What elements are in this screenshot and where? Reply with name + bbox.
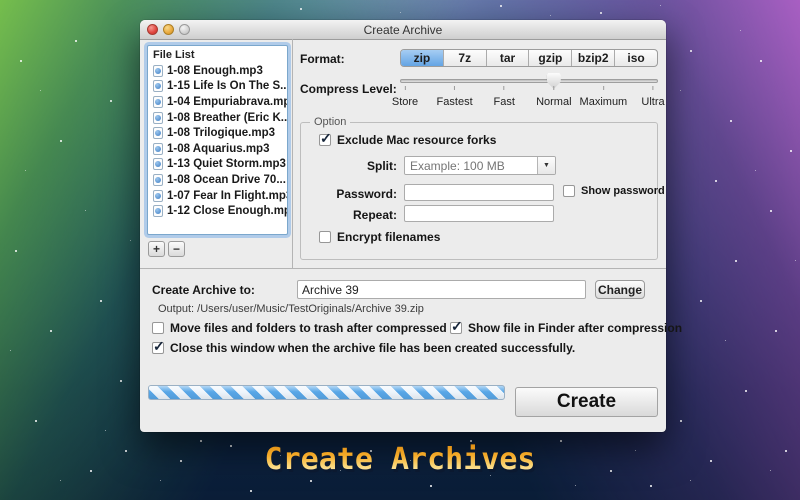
music-file-icon — [153, 80, 163, 92]
format-segment-iso[interactable]: iso — [614, 50, 657, 66]
compress-level-label: Compress Level: — [300, 82, 397, 96]
repeat-label: Repeat: — [301, 208, 397, 222]
file-list-label: File List — [148, 46, 287, 63]
split-combobox[interactable]: ▼ — [404, 156, 556, 175]
music-file-icon — [153, 143, 163, 155]
file-name: 1-08 Enough.mp3 — [167, 65, 263, 77]
password-input[interactable] — [404, 184, 554, 201]
file-list-item[interactable]: 1-08 Trilogique.mp3 — [148, 125, 287, 141]
tick-mark — [603, 86, 604, 90]
settings-pane: Format: zip 7z tar gzip bzip2 iso Compre… — [293, 39, 666, 268]
file-name: 1-08 Aquarius.mp3 — [167, 143, 269, 155]
tick-label-store: Store — [392, 96, 418, 108]
file-name: 1-08 Trilogique.mp3 — [167, 127, 275, 139]
file-name: 1-08 Ocean Drive 70... — [167, 174, 286, 186]
encrypt-filenames-label: Encrypt filenames — [337, 230, 440, 244]
repeat-password-input[interactable] — [404, 205, 554, 222]
checkmark-icon: ✓ — [320, 130, 332, 147]
music-file-icon — [153, 112, 163, 124]
file-list-item[interactable]: 1-08 Breather (Eric K... — [148, 110, 287, 126]
file-list-item[interactable]: 1-04 Empuriabrava.mp3 — [148, 94, 287, 110]
file-list-item[interactable]: 1-08 Ocean Drive 70... — [148, 172, 287, 188]
window-titlebar[interactable]: Create Archive — [140, 20, 666, 40]
checkmark-icon: ✓ — [451, 318, 463, 335]
format-segment-gzip[interactable]: gzip — [528, 50, 571, 66]
file-list-pane: File List 1-08 Enough.mp3 1-15 Life Is O… — [140, 39, 292, 268]
music-file-icon — [153, 96, 163, 108]
music-file-icon — [153, 205, 163, 217]
file-name: 1-13 Quiet Storm.mp3 — [167, 158, 286, 170]
exclude-resource-forks-checkbox[interactable]: ✓ — [319, 134, 331, 146]
file-name: 1-07 Fear In Flight.mp3 — [167, 190, 287, 202]
music-file-icon — [153, 65, 163, 77]
move-to-trash-checkbox[interactable]: ✓ — [152, 322, 164, 334]
destination-pane: Create Archive to: Change Output: /Users… — [140, 269, 666, 432]
tick-mark — [404, 86, 405, 90]
exclude-resource-forks-label: Exclude Mac resource forks — [337, 133, 496, 147]
file-list[interactable]: File List 1-08 Enough.mp3 1-15 Life Is O… — [147, 45, 288, 235]
remove-file-button[interactable]: − — [168, 241, 185, 257]
file-list-item[interactable]: 1-07 Fear In Flight.mp3 — [148, 188, 287, 204]
split-dropdown-arrow-icon[interactable]: ▼ — [537, 157, 555, 174]
tick-label-maximum: Maximum — [580, 96, 628, 108]
music-file-icon — [153, 127, 163, 139]
music-file-icon — [153, 158, 163, 170]
close-window-after-label: Close this window when the archive file … — [170, 341, 575, 355]
format-label: Format: — [300, 52, 345, 66]
file-name: 1-04 Empuriabrava.mp3 — [167, 96, 287, 108]
tick-mark — [652, 86, 653, 90]
tick-label-fastest: Fastest — [437, 96, 473, 108]
caption-text: Create Archives — [265, 442, 536, 477]
tick-mark — [504, 86, 505, 90]
show-in-finder-label: Show file in Finder after compression — [468, 321, 682, 335]
file-list-item[interactable]: 1-15 Life Is On The S... — [148, 79, 287, 95]
create-archive-window: Create Archive File List 1-08 Enough.mp3… — [140, 20, 666, 432]
file-list-item[interactable]: 1-13 Quiet Storm.mp3 — [148, 157, 287, 173]
output-path: Output: /Users/user/Music/TestOriginals/… — [158, 303, 424, 315]
caption: Create Archives Create Archives — [0, 442, 800, 478]
password-label: Password: — [301, 187, 397, 201]
format-segmented-control: zip 7z tar gzip bzip2 iso — [400, 49, 658, 67]
stars-layer-bright — [0, 0, 2, 2]
tick-label-fast: Fast — [493, 96, 514, 108]
show-in-finder-checkbox[interactable]: ✓ — [450, 322, 462, 334]
show-password-checkbox[interactable]: ✓ — [563, 185, 575, 197]
add-file-button[interactable]: + — [148, 241, 165, 257]
progress-bar — [148, 385, 505, 400]
compress-level-slider[interactable]: Store Fastest Fast Normal Maximum Ultra — [400, 73, 658, 125]
create-archive-to-label: Create Archive to: — [152, 283, 255, 297]
tick-mark — [553, 86, 554, 90]
tick-label-normal: Normal — [536, 96, 571, 108]
change-destination-button[interactable]: Change — [595, 280, 645, 299]
format-segment-bzip2[interactable]: bzip2 — [571, 50, 614, 66]
create-button[interactable]: Create — [515, 387, 658, 417]
music-file-icon — [153, 190, 163, 202]
window-title: Create Archive — [140, 23, 666, 37]
file-name: 1-08 Breather (Eric K... — [167, 112, 287, 124]
file-list-item[interactable]: 1-08 Enough.mp3 — [148, 63, 287, 79]
tick-label-ultra: Ultra — [641, 96, 664, 108]
move-to-trash-label: Move files and folders to trash after co… — [170, 321, 447, 335]
file-list-item[interactable]: 1-08 Aquarius.mp3 — [148, 141, 287, 157]
file-name: 1-12 Close Enough.mp3 — [167, 205, 287, 217]
file-name: 1-15 Life Is On The S... — [167, 80, 287, 92]
checkmark-icon: ✓ — [153, 338, 165, 355]
stars-layer-dim — [0, 0, 1, 1]
encrypt-filenames-checkbox[interactable]: ✓ — [319, 231, 331, 243]
split-input[interactable] — [405, 157, 537, 174]
close-window-after-checkbox[interactable]: ✓ — [152, 342, 164, 354]
show-password-label: Show password — [581, 185, 665, 197]
music-file-icon — [153, 174, 163, 186]
format-segment-tar[interactable]: tar — [486, 50, 529, 66]
split-label: Split: — [301, 159, 397, 173]
format-segment-zip[interactable]: zip — [401, 50, 443, 66]
file-list-item[interactable]: 1-12 Close Enough.mp3 — [148, 203, 287, 219]
option-group: Option ✓ Exclude Mac resource forks Spli… — [300, 122, 658, 260]
option-group-label: Option — [310, 116, 350, 128]
tick-mark — [454, 86, 455, 90]
format-segment-7z[interactable]: 7z — [443, 50, 486, 66]
archive-name-input[interactable] — [297, 280, 586, 299]
